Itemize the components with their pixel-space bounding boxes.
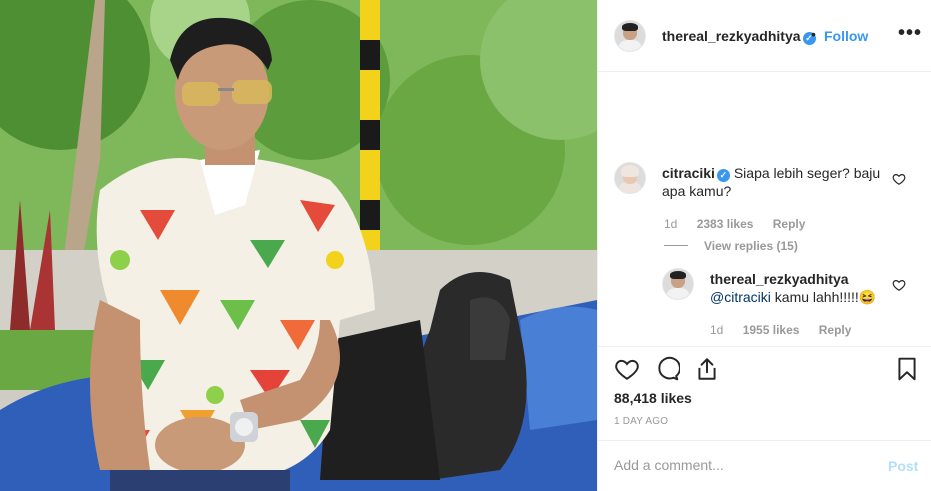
like-count[interactable]: 88,418 likes bbox=[614, 390, 692, 406]
comment-2-likes[interactable]: 1955 likes bbox=[743, 323, 800, 337]
comment-2: thereal_rezkyadhitya @citraciki kamu lah… bbox=[710, 270, 890, 306]
commenter-avatar[interactable] bbox=[614, 162, 646, 194]
comment-1-username[interactable]: citraciki ✓ bbox=[662, 165, 730, 182]
bookmark-icon[interactable] bbox=[894, 356, 920, 382]
add-comment-input[interactable] bbox=[614, 457, 864, 473]
comment-like-heart-icon[interactable] bbox=[892, 172, 906, 186]
post-timestamp[interactable]: 1 DAY AGO bbox=[614, 416, 668, 427]
author-username-text[interactable]: thereal_rezkyadhitya bbox=[662, 28, 801, 44]
comment-1: citraciki ✓ Siapa lebih seger? baju apa k… bbox=[662, 164, 882, 200]
post-sidebar: thereal_rezkyadhitya ✓ • Follow ••• citra… bbox=[597, 0, 931, 491]
share-icon[interactable] bbox=[694, 356, 720, 382]
reply-avatar[interactable] bbox=[662, 268, 694, 300]
reply-like-heart-icon[interactable] bbox=[892, 278, 906, 292]
post-comment-button[interactable]: Post bbox=[888, 458, 918, 474]
comment-bubble-icon[interactable] bbox=[654, 356, 680, 382]
comment-2-age[interactable]: 1d bbox=[710, 323, 723, 337]
separator-dot: • bbox=[811, 26, 816, 42]
verified-badge-icon: ✓ bbox=[716, 169, 730, 182]
post-photo[interactable] bbox=[0, 0, 597, 491]
more-options-icon[interactable]: ••• bbox=[898, 22, 922, 45]
author-avatar[interactable] bbox=[614, 20, 646, 52]
actions-divider bbox=[598, 346, 931, 347]
comment-2-reply-button[interactable]: Reply bbox=[819, 323, 852, 337]
view-replies-line bbox=[664, 245, 688, 246]
post-header: thereal_rezkyadhitya ✓ • Follow ••• bbox=[598, 0, 931, 72]
comment-1-age[interactable]: 1d bbox=[664, 217, 677, 231]
view-replies-button[interactable]: View replies (15) bbox=[704, 239, 798, 253]
heart-outline-icon[interactable] bbox=[614, 356, 640, 382]
composer-divider bbox=[598, 440, 931, 441]
post-photo-illustration bbox=[0, 0, 597, 491]
comment-1-likes[interactable]: 2383 likes bbox=[697, 217, 754, 231]
comment-1-meta: 1d 2383 likes Reply bbox=[664, 217, 805, 231]
comment-2-mention-link[interactable]: @citraciki bbox=[710, 289, 771, 305]
comment-2-text: kamu lahh!!!!!😆 bbox=[770, 289, 877, 305]
comment-1-reply-button[interactable]: Reply bbox=[773, 217, 806, 231]
author-username[interactable]: thereal_rezkyadhitya ✓ bbox=[662, 28, 816, 45]
follow-button[interactable]: Follow bbox=[824, 28, 868, 44]
comment-2-username[interactable]: thereal_rezkyadhitya bbox=[710, 271, 849, 287]
comment-2-meta: 1d 1955 likes Reply bbox=[710, 323, 851, 337]
comment-1-username-text[interactable]: citraciki bbox=[662, 165, 715, 181]
